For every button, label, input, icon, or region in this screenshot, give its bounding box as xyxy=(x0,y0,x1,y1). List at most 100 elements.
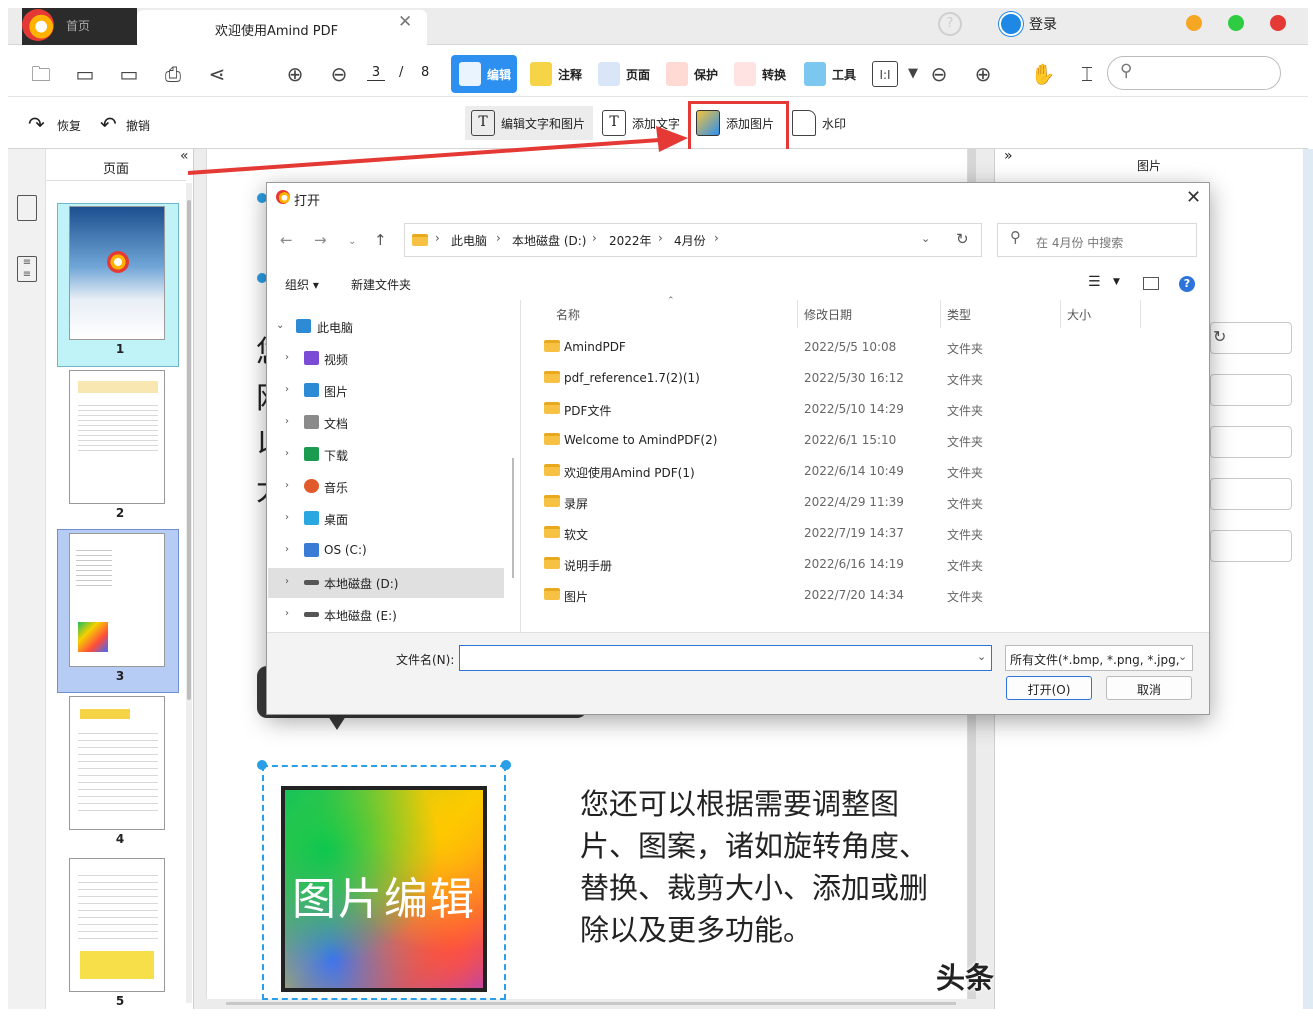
maximize-button[interactable] xyxy=(1228,15,1244,31)
file-row[interactable]: 说明手册 2022/6/16 14:19 文件夹 xyxy=(540,549,1200,580)
selection-handle[interactable] xyxy=(257,760,267,770)
thumbnail-page-4[interactable] xyxy=(69,696,165,830)
zoom-in-icon[interactable]: ⊕ xyxy=(970,61,996,87)
undo-button[interactable]: 撤销 xyxy=(126,117,150,134)
property-field[interactable] xyxy=(1210,426,1292,458)
expand-panel-icon[interactable]: » xyxy=(1004,148,1013,164)
collapse-panel-icon[interactable]: « xyxy=(180,148,189,164)
cancel-button[interactable]: 取消 xyxy=(1106,676,1192,700)
share-icon[interactable]: ⋖ xyxy=(204,61,230,87)
thumbnail-page-3[interactable] xyxy=(69,533,165,667)
open-button[interactable]: 打开(O) xyxy=(1006,676,1092,700)
print-icon[interactable]: ⎙ xyxy=(160,61,186,87)
nav-item-os-c[interactable]: › OS (C:) xyxy=(268,536,504,566)
column-type[interactable]: 类型 xyxy=(947,306,971,323)
horizontal-scrollbar[interactable] xyxy=(226,1002,956,1005)
user-avatar-icon[interactable] xyxy=(999,12,1023,36)
minimize-button[interactable] xyxy=(1186,15,1202,31)
add-text-button[interactable]: T 添加文字 xyxy=(596,106,684,140)
address-dropdown-icon[interactable]: ⌄ xyxy=(921,232,930,245)
current-page-input[interactable]: 3 xyxy=(367,65,385,81)
selection-handle[interactable] xyxy=(501,760,511,770)
pages-panel-icon[interactable] xyxy=(17,195,37,221)
recent-dropdown-icon[interactable]: ⌄ xyxy=(348,236,356,247)
filename-input[interactable] xyxy=(459,645,992,671)
view-dropdown-icon[interactable]: ▼ xyxy=(900,61,926,87)
nav-item-documents[interactable]: › 文档 xyxy=(268,408,504,438)
watermark-button[interactable]: 水印 xyxy=(786,106,856,140)
dialog-close-button[interactable]: ✕ xyxy=(1186,187,1201,208)
breadcrumb-april[interactable]: 4月份 xyxy=(674,232,706,249)
nav-item-pictures[interactable]: › 图片 xyxy=(268,376,504,406)
file-row[interactable]: PDF文件 2022/5/10 14:29 文件夹 xyxy=(540,394,1200,425)
tab-document[interactable]: 欢迎使用Amind PDF xyxy=(137,10,427,45)
close-window-button[interactable] xyxy=(1270,15,1286,31)
open-folder-icon[interactable]: 🗀 xyxy=(28,61,54,87)
hand-tool-icon[interactable]: ✋ xyxy=(1030,61,1056,87)
rotate-control[interactable]: ↻ xyxy=(1210,322,1292,354)
select-text-icon[interactable]: ⌶ xyxy=(1074,61,1100,87)
property-field[interactable] xyxy=(1210,530,1292,562)
pane-divider[interactable] xyxy=(520,300,521,632)
help-icon[interactable]: ? xyxy=(938,12,962,36)
column-date[interactable]: 修改日期 xyxy=(804,306,852,323)
filetype-dropdown-icon[interactable]: ⌄ xyxy=(1178,650,1187,663)
tab-close-icon[interactable]: ✕ xyxy=(398,12,412,32)
edit-text-image-button[interactable]: T 编辑文字和图片 xyxy=(465,106,593,140)
file-row[interactable]: AmindPDF 2022/5/5 10:08 文件夹 xyxy=(540,332,1200,363)
file-row[interactable]: 软文 2022/7/19 14:37 文件夹 xyxy=(540,518,1200,549)
nav-pane-scrollbar[interactable] xyxy=(512,458,514,578)
property-field[interactable] xyxy=(1210,478,1292,510)
login-link[interactable]: 登录 xyxy=(1029,14,1057,34)
zoom-out-icon[interactable]: ⊖ xyxy=(926,61,952,87)
nav-item-disk-e[interactable]: › 本地磁盘 (E:) xyxy=(268,600,504,630)
view-options-icon[interactable]: ☰ xyxy=(1088,274,1101,290)
up-arrow-icon[interactable]: ↑ xyxy=(374,231,387,249)
column-divider[interactable] xyxy=(940,300,941,328)
filetype-select[interactable]: 所有文件(*.bmp, *.png, *.jpg, xyxy=(1005,645,1193,671)
file-row[interactable]: pdf_reference1.7(2)(1) 2022/5/30 16:12 文件夹 xyxy=(540,363,1200,394)
filename-dropdown-icon[interactable]: ⌄ xyxy=(977,650,986,663)
file-row[interactable]: Welcome to AmindPDF(2) 2022/6/1 15:10 文件夹 xyxy=(540,425,1200,456)
breadcrumb-2022[interactable]: 2022年 xyxy=(609,232,652,249)
save-as-icon[interactable]: ▭ xyxy=(116,61,142,87)
nav-item-downloads[interactable]: › 下载 xyxy=(268,440,504,470)
new-folder-button[interactable]: 新建文件夹 xyxy=(351,276,411,293)
column-size[interactable]: 大小 xyxy=(1067,306,1091,323)
undo-icon[interactable]: ↶ xyxy=(100,112,117,136)
nav-item-disk-d[interactable]: › 本地磁盘 (D:) xyxy=(268,568,504,598)
tab-comment[interactable]: 注释 xyxy=(522,55,586,93)
column-divider[interactable] xyxy=(797,300,798,328)
forward-arrow-icon[interactable]: → xyxy=(314,231,327,249)
view-options-dropdown-icon[interactable]: ▼ xyxy=(1113,277,1120,287)
save-icon[interactable]: ▭ xyxy=(72,61,98,87)
restore-icon[interactable]: ↷ xyxy=(28,112,45,136)
organize-menu[interactable]: 组织 ▾ xyxy=(285,276,319,293)
fit-page-icon[interactable]: I:I xyxy=(872,61,898,87)
preview-pane-icon[interactable] xyxy=(1143,277,1159,290)
file-row[interactable]: 录屏 2022/4/29 11:39 文件夹 xyxy=(540,487,1200,518)
thumbnail-page-5[interactable] xyxy=(69,858,165,992)
outline-panel-icon[interactable]: ≡ ≡ xyxy=(17,256,37,282)
page-up-icon[interactable]: ⊕ xyxy=(282,61,308,87)
file-row[interactable]: 欢迎使用Amind PDF(1) 2022/6/14 10:49 文件夹 xyxy=(540,456,1200,487)
thumbnail-scroll-thumb[interactable] xyxy=(187,200,191,700)
dialog-search-input[interactable]: 在 4月份 中搜索 xyxy=(997,223,1197,257)
tab-protect[interactable]: 保护 xyxy=(658,55,722,93)
page-down-icon[interactable]: ⊖ xyxy=(326,61,352,87)
refresh-icon[interactable]: ↻ xyxy=(956,230,969,248)
column-name[interactable]: 名称 xyxy=(556,306,580,323)
nav-item-music[interactable]: › 音乐 xyxy=(268,472,504,502)
tab-convert[interactable]: 转换 xyxy=(726,55,792,93)
image-edit-picture[interactable]: 图片编辑 xyxy=(281,786,487,992)
toolbar-search-input[interactable]: ⚲ xyxy=(1107,56,1281,90)
tab-edit[interactable]: 编辑 xyxy=(451,55,517,93)
column-divider[interactable] xyxy=(1140,300,1141,328)
restore-button[interactable]: 恢复 xyxy=(57,117,81,134)
breadcrumb-disk-d[interactable]: 本地磁盘 (D:) xyxy=(512,232,586,249)
property-field[interactable] xyxy=(1210,374,1292,406)
thumbnail-page-1[interactable] xyxy=(69,206,165,340)
tab-tools[interactable]: 工具 xyxy=(796,55,862,93)
back-arrow-icon[interactable]: ← xyxy=(280,231,293,249)
nav-item-videos[interactable]: › 视频 xyxy=(268,344,504,374)
